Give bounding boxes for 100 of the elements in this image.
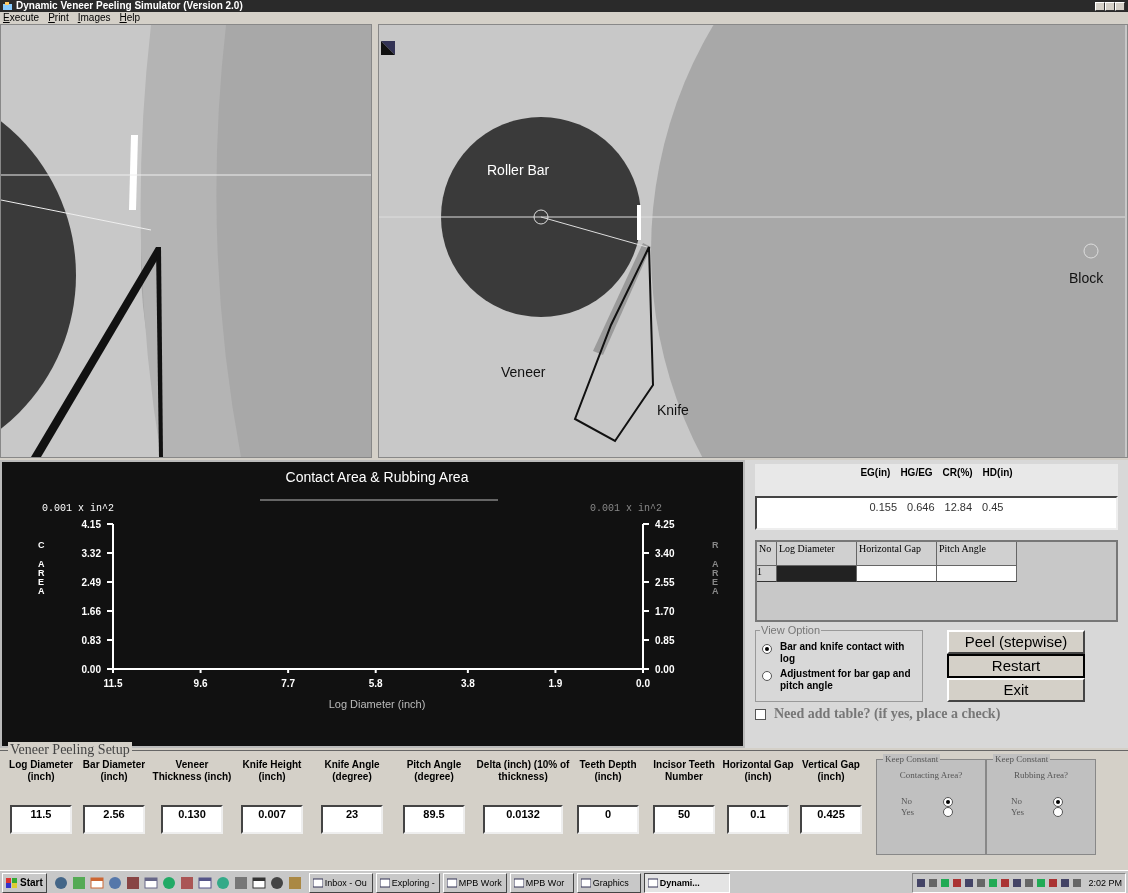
minimize-button[interactable]: [1095, 1, 1105, 11]
tray-icon[interactable]: [1072, 877, 1083, 889]
chart-title: Contact Area & Rubbing Area: [285, 469, 469, 485]
taskbar-button[interactable]: MPB Wor: [509, 873, 574, 893]
axis-title: C: [38, 540, 45, 550]
field-label: Incisor Teeth Number: [653, 759, 715, 782]
tick-label: 4.25: [655, 519, 675, 530]
radio-button[interactable]: [762, 671, 772, 681]
input-field[interactable]: 0.1: [727, 805, 789, 834]
option-label: Yes: [1011, 806, 1026, 818]
start-button[interactable]: Start: [2, 873, 47, 893]
menu-item[interactable]: Help: [119, 12, 141, 24]
radio-button[interactable]: [943, 796, 953, 807]
field-label: Pitch Angle (degree): [406, 759, 462, 782]
tick-label: 0.83: [81, 635, 101, 646]
radio-button[interactable]: [1053, 796, 1063, 807]
close-button[interactable]: [1115, 1, 1125, 11]
menu-item[interactable]: Print: [48, 12, 69, 24]
input-field[interactable]: 23: [321, 805, 383, 834]
tray-icon[interactable]: [1012, 877, 1023, 889]
tray-icon[interactable]: [1024, 877, 1035, 889]
diagram-label: Veneer: [501, 364, 546, 380]
window-icon[interactable]: [197, 876, 212, 890]
window-icon: [446, 878, 457, 888]
input-field[interactable]: 0.0132: [483, 805, 563, 834]
group-title: Veneer Peeling Setup: [8, 742, 132, 759]
column-header: No: [757, 542, 777, 566]
tick-label: 5.8: [368, 678, 383, 689]
tray-icon[interactable]: [1000, 877, 1011, 889]
checkbox[interactable]: [755, 708, 766, 720]
field-label: Veneer Thickness (inch): [152, 759, 232, 782]
field-label: Knife Height (inch): [242, 759, 302, 782]
tray-icon[interactable]: [952, 877, 963, 889]
circle-icon[interactable]: [107, 876, 122, 890]
tray-icon[interactable]: [1048, 877, 1059, 889]
taskbar-button[interactable]: Dynami...: [643, 873, 730, 893]
circle-icon[interactable]: [53, 876, 68, 890]
split-square-icon: [381, 41, 395, 55]
circle-icon[interactable]: [269, 876, 284, 890]
tick-label: 1.66: [81, 606, 101, 617]
taskbar-button[interactable]: Inbox - Ou: [308, 873, 373, 893]
input-field[interactable]: 11.5: [10, 805, 72, 834]
window-icon[interactable]: [251, 876, 266, 890]
input-field[interactable]: 0: [577, 805, 639, 834]
menu-item[interactable]: Execute: [3, 12, 40, 24]
tick-label: 1.9: [548, 678, 563, 689]
input-field[interactable]: 0.425: [800, 805, 862, 834]
column-header: CR(%): [942, 467, 973, 480]
tray-icon[interactable]: [1060, 877, 1071, 889]
window-icon: [647, 878, 658, 888]
radio-button[interactable]: [1053, 806, 1063, 817]
diagram-label: Roller Bar: [487, 162, 550, 178]
square-icon[interactable]: [179, 876, 194, 890]
tick-label: 1.70: [655, 606, 675, 617]
tick-label: 2.49: [81, 577, 101, 588]
group-question: Contacting Area?: [898, 770, 964, 781]
group-title: Keep Constant: [883, 754, 941, 765]
input-field[interactable]: 0.007: [241, 805, 303, 834]
tick-label: 11.5: [103, 678, 123, 689]
tray-icon[interactable]: [916, 877, 927, 889]
maximize-button[interactable]: [1105, 1, 1115, 11]
tick-label: 3.8: [460, 678, 475, 689]
input-field[interactable]: 89.5: [403, 805, 465, 834]
table-cell[interactable]: [937, 566, 1017, 582]
push-button[interactable]: Exit: [947, 678, 1085, 702]
square-icon[interactable]: [125, 876, 140, 890]
tick-label: 3.40: [655, 548, 675, 559]
axis-unit: 0.001 x in^2: [590, 503, 662, 514]
axis-unit: 0.001 x in^2: [42, 503, 114, 514]
field-label: Bar Diameter (inch): [82, 759, 146, 782]
taskbar-button[interactable]: Graphics: [576, 873, 641, 893]
radio-button[interactable]: [943, 806, 953, 817]
tray-icon[interactable]: [976, 877, 987, 889]
result-value: 12.84: [944, 501, 973, 515]
column-header: Log Diameter: [777, 542, 857, 566]
menu-item[interactable]: Images: [77, 12, 111, 24]
tick-label: 0.00: [655, 664, 675, 675]
window-icon: [580, 878, 591, 888]
tray-icon[interactable]: [928, 877, 939, 889]
input-field[interactable]: 50: [653, 805, 715, 834]
table-cell[interactable]: [777, 566, 857, 582]
push-button[interactable]: Peel (stepwise): [947, 630, 1085, 654]
tick-label: 0.85: [655, 635, 675, 646]
group-title: View Option: [760, 624, 822, 637]
radio-button[interactable]: [762, 644, 772, 654]
diagram-label: Block: [1069, 270, 1104, 286]
result-value: 0.646: [907, 501, 935, 515]
field-label: Horizontal Gap (inch): [722, 759, 794, 782]
tray-icon[interactable]: [964, 877, 975, 889]
window-icon[interactable]: [143, 876, 158, 890]
table-cell[interactable]: [857, 566, 937, 582]
taskbar-button[interactable]: Exploring -: [375, 873, 440, 893]
taskbar-button[interactable]: MPB Work: [442, 873, 507, 893]
tick-label: 3.32: [81, 548, 101, 559]
field-label: Delta (inch) (10% of thickness): [476, 759, 570, 782]
input-field[interactable]: 0.130: [161, 805, 223, 834]
push-button[interactable]: Restart: [947, 654, 1085, 678]
option-label: Adjustment for bar gap and pitch angle: [780, 668, 912, 691]
input-field[interactable]: 2.56: [83, 805, 145, 834]
clock: 2:02 PM: [1088, 877, 1122, 889]
